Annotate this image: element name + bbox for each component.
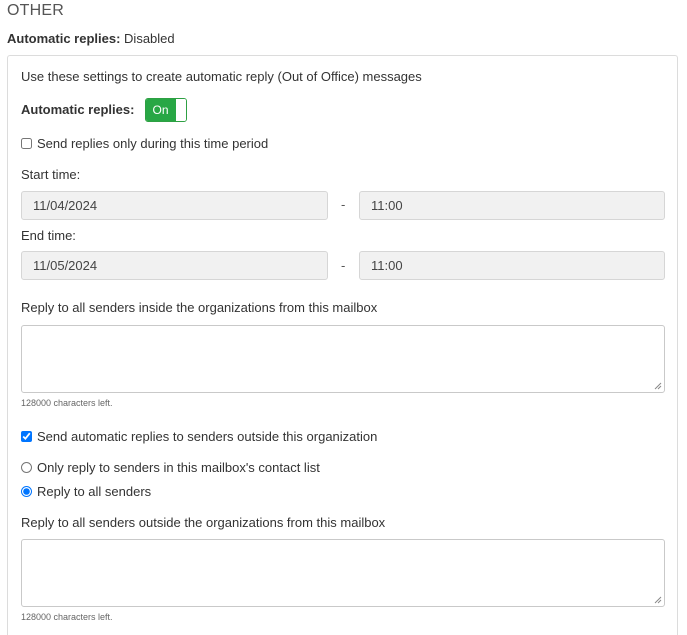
auto-replies-status-value: Disabled bbox=[124, 31, 175, 46]
end-time-input[interactable]: 11:00 bbox=[359, 251, 665, 280]
outside-replies-checkbox[interactable] bbox=[21, 431, 32, 442]
all-senders-radio-label: Reply to all senders bbox=[37, 484, 152, 499]
outside-reply-textarea[interactable] bbox=[21, 539, 665, 607]
resize-grip-icon[interactable] bbox=[654, 596, 662, 604]
time-period-checkbox[interactable] bbox=[21, 138, 32, 149]
contact-list-radio-row: Only reply to senders in this mailbox's … bbox=[21, 460, 320, 475]
inside-char-count: 128000 characters left. bbox=[21, 398, 113, 408]
intro-text: Use these settings to create automatic r… bbox=[21, 69, 422, 84]
time-period-label: Send replies only during this time perio… bbox=[37, 136, 269, 151]
start-time-label: Start time: bbox=[21, 167, 81, 182]
outside-replies-row: Send automatic replies to senders outsid… bbox=[21, 429, 377, 444]
resize-grip-icon[interactable] bbox=[654, 382, 662, 390]
section-title: OTHER bbox=[7, 2, 64, 19]
end-time-label: End time: bbox=[21, 228, 76, 243]
start-date-input[interactable]: 11/04/2024 bbox=[21, 191, 328, 220]
contact-list-radio[interactable] bbox=[21, 462, 32, 473]
end-date-input[interactable]: 11/05/2024 bbox=[21, 251, 328, 280]
start-separator: - bbox=[341, 197, 346, 212]
all-senders-radio-row: Reply to all senders bbox=[21, 484, 151, 499]
auto-replies-status-label: Automatic replies: bbox=[7, 31, 121, 46]
all-senders-radio[interactable] bbox=[21, 486, 32, 497]
auto-replies-status: Automatic replies: Disabled bbox=[7, 31, 175, 46]
end-separator: - bbox=[341, 258, 346, 273]
auto-replies-toggle-label: Automatic replies: bbox=[21, 102, 135, 117]
inside-reply-label: Reply to all senders inside the organiza… bbox=[21, 300, 378, 315]
auto-replies-panel: Use these settings to create automatic r… bbox=[7, 55, 678, 635]
time-period-row: Send replies only during this time perio… bbox=[21, 136, 268, 151]
toggle-knob bbox=[175, 99, 186, 121]
outside-replies-label: Send automatic replies to senders outsid… bbox=[37, 429, 378, 444]
outside-reply-label: Reply to all senders outside the organiz… bbox=[21, 515, 386, 530]
inside-reply-textarea[interactable] bbox=[21, 325, 665, 393]
contact-list-radio-label: Only reply to senders in this mailbox's … bbox=[37, 460, 320, 475]
outside-char-count: 128000 characters left. bbox=[21, 612, 113, 622]
start-time-input[interactable]: 11:00 bbox=[359, 191, 665, 220]
auto-replies-toggle[interactable]: On bbox=[145, 98, 187, 122]
toggle-on-label: On bbox=[146, 99, 175, 121]
